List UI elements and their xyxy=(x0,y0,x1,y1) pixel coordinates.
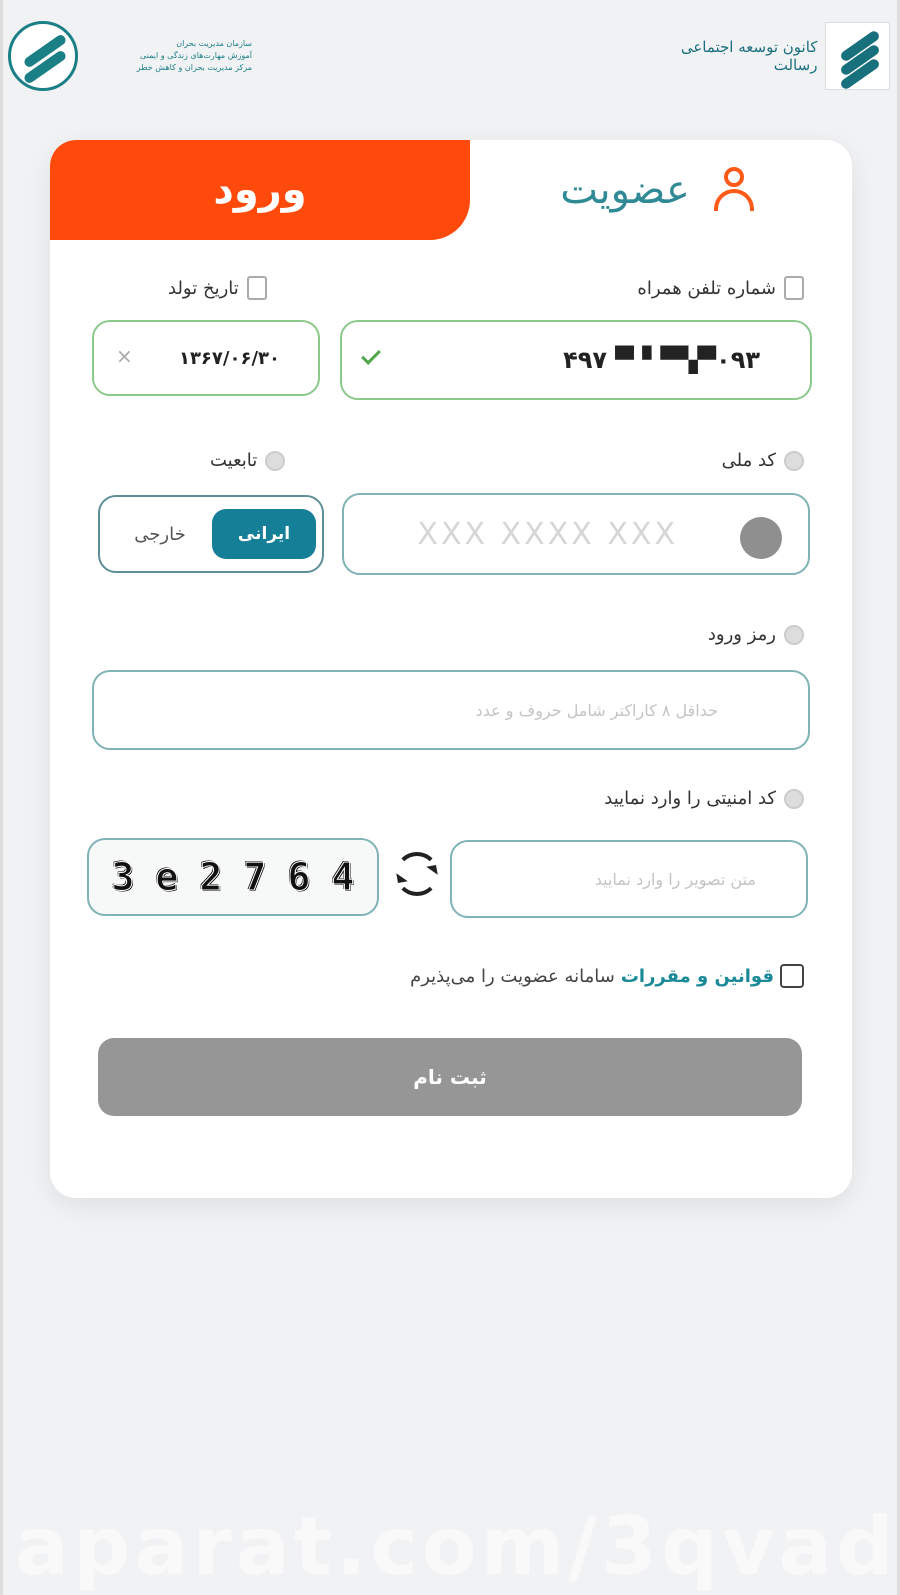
nationality-label: تابعیت xyxy=(210,450,286,471)
nationality-toggle: ایرانی خارجی xyxy=(98,495,324,573)
resalat-logo-text: کانون توسعه اجتماعی رسالت xyxy=(680,38,818,74)
valid-check-icon xyxy=(361,345,381,365)
left-frame-border xyxy=(0,0,3,1595)
auth-card: ورود عضویت شماره تلفن همراه ۰۹۳▀▚▀▘ ▀ ۴۹… xyxy=(50,140,852,1198)
organization-logo-left: سازمان مدیریت بحران آموزش مهارت‌های زندگ… xyxy=(8,18,258,94)
password-field[interactable]: حداقل ۸ کاراکتر شامل حروف و عدد xyxy=(92,670,810,750)
register-button-label: ثبت نام xyxy=(413,1065,487,1089)
terms-link[interactable]: قوانین و مقررات xyxy=(621,966,774,987)
nationality-option-foreign[interactable]: خارجی xyxy=(108,509,212,559)
terms-row: قوانین و مقررات سامانه عضویت را می‌پذیرم xyxy=(410,964,804,988)
captcha-char: 4 xyxy=(331,855,355,900)
captcha-char: 6 xyxy=(287,855,311,900)
terms-checkbox[interactable] xyxy=(780,964,804,988)
calendar-icon xyxy=(246,276,267,300)
captcha-char: 3 xyxy=(111,855,135,900)
birthdate-value: ۱۳۶۷/۰۶/۳۰ xyxy=(178,347,280,369)
nationality-option-iranian[interactable]: ایرانی xyxy=(212,509,316,559)
terms-text: سامانه عضویت را می‌پذیرم xyxy=(410,965,615,987)
logo-text-line: سازمان مدیریت بحران xyxy=(176,39,252,48)
phone-label-text: شماره تلفن همراه xyxy=(637,277,776,299)
tab-login-label: ورود xyxy=(213,167,307,213)
tab-login[interactable]: ورود xyxy=(50,140,470,240)
resalat-emblem-icon xyxy=(825,22,890,90)
logo-text-line: مرکز مدیریت بحران و کاهش خطر xyxy=(136,63,252,72)
register-button[interactable]: ثبت نام xyxy=(98,1038,802,1116)
organization-emblem-icon xyxy=(8,21,78,91)
national-code-placeholder: XXX XXXX XXX xyxy=(417,517,678,552)
captcha-char: e xyxy=(155,855,179,900)
password-label-text: رمز ورود xyxy=(707,624,776,645)
phone-field[interactable]: ۰۹۳▀▚▀▘ ▀ ۴۹۷ xyxy=(340,320,812,400)
captcha-label: کد امنیتی را وارد نمایید xyxy=(604,788,804,809)
lock-icon xyxy=(784,624,804,645)
organization-logo-right: کانون توسعه اجتماعی رسالت xyxy=(642,18,890,94)
national-code-label-text: کد ملی xyxy=(721,450,776,471)
birthdate-label: تاریخ تولد xyxy=(168,276,267,300)
birthdate-field[interactable]: ۱۳۶۷/۰۶/۳۰ × xyxy=(92,320,320,396)
national-code-label: کد ملی xyxy=(722,450,804,471)
refresh-captcha-icon[interactable] xyxy=(395,852,439,896)
password-placeholder: حداقل ۸ کاراکتر شامل حروف و عدد xyxy=(475,700,718,720)
organization-logo-text: سازمان مدیریت بحران آموزش مهارت‌های زندگ… xyxy=(86,38,252,74)
logo-text-line: آموزش مهارت‌های زندگی و ایمنی xyxy=(140,51,252,60)
user-add-icon xyxy=(708,163,762,217)
globe-icon xyxy=(265,450,286,471)
captcha-char: 7 xyxy=(243,855,267,900)
captcha-label-text: کد امنیتی را وارد نمایید xyxy=(604,788,776,809)
password-label: رمز ورود xyxy=(708,624,804,645)
captcha-placeholder: متن تصویر را وارد نمایید xyxy=(594,869,756,889)
nationality-label-text: تابعیت xyxy=(210,450,258,471)
tab-register[interactable]: عضویت xyxy=(470,140,852,240)
clear-icon[interactable]: × xyxy=(116,344,133,368)
phone-value: ۰۹۳▀▚▀▘ ▀ ۴۹۷ xyxy=(563,346,760,374)
phone-icon xyxy=(784,276,804,300)
birthdate-label-text: تاریخ تولد xyxy=(168,277,239,299)
tab-register-label: عضویت xyxy=(560,167,690,213)
shield-icon xyxy=(784,788,804,809)
status-dot-icon xyxy=(740,517,782,559)
id-card-icon xyxy=(784,450,804,471)
captcha-input[interactable]: متن تصویر را وارد نمایید xyxy=(450,840,808,918)
captcha-char: 2 xyxy=(199,855,223,900)
national-code-field[interactable]: XXX XXXX XXX xyxy=(342,493,810,575)
phone-label: شماره تلفن همراه xyxy=(637,276,804,300)
captcha-image: 3 e 2 7 6 4 xyxy=(87,838,379,916)
watermark: aparat.com/3qvadis.ino xyxy=(15,1500,895,1593)
